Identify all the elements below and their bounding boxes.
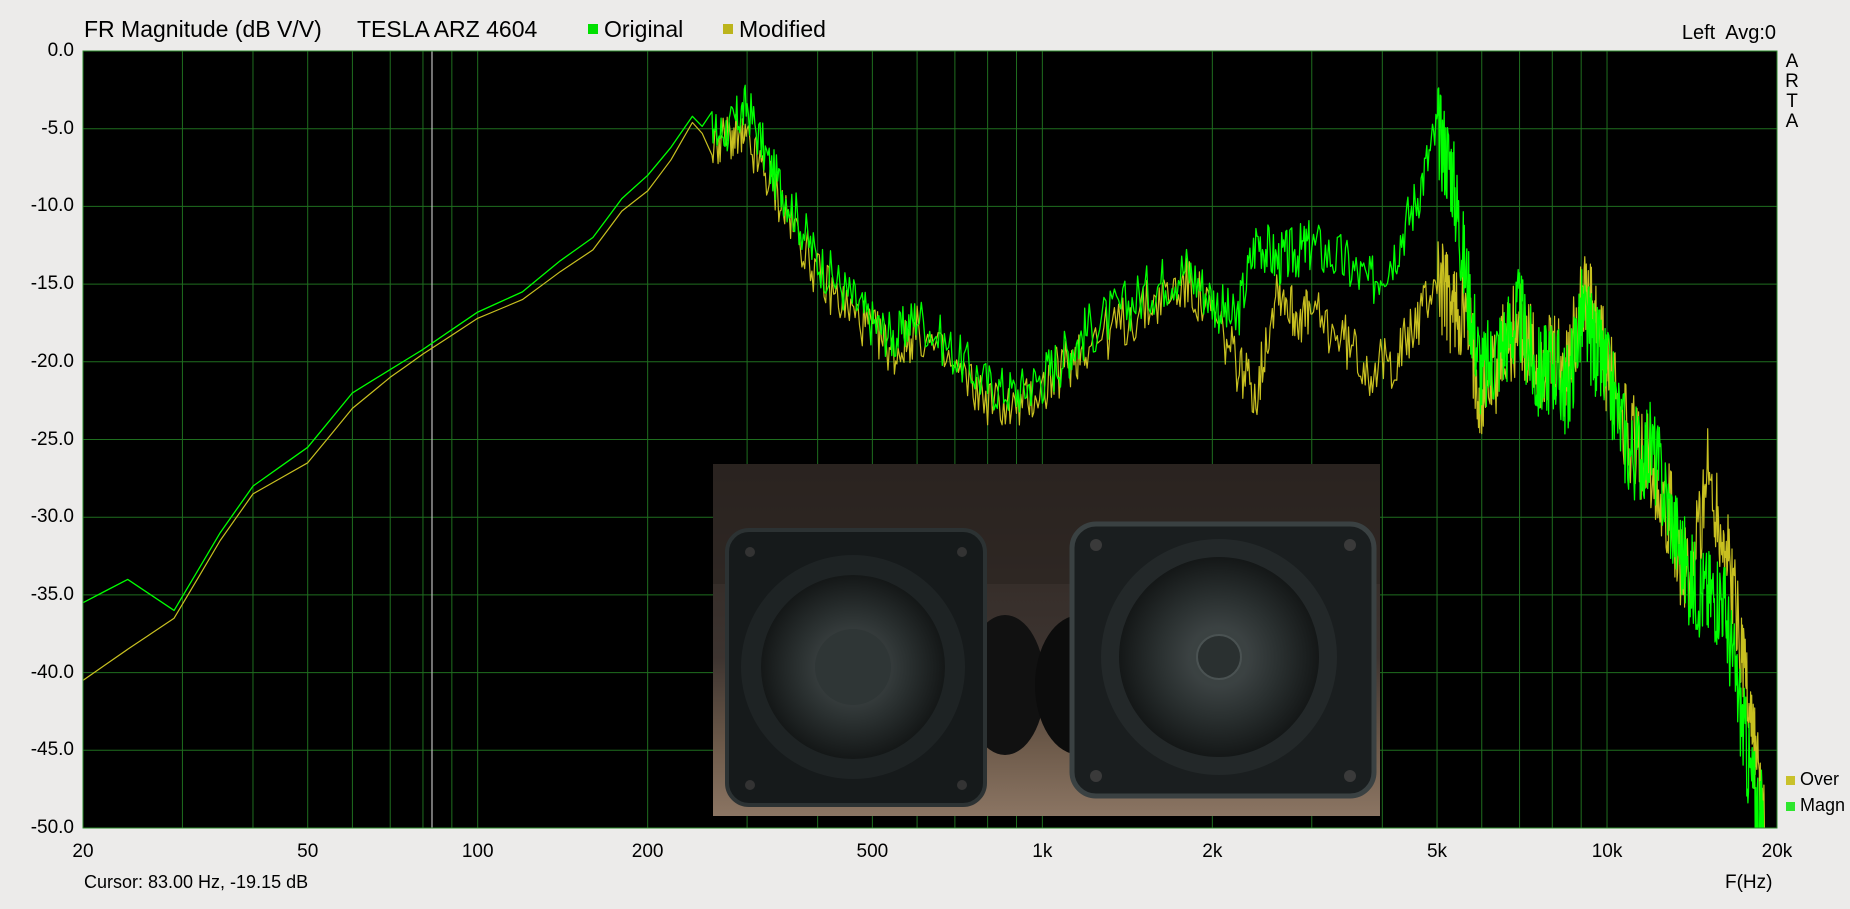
logo-letter: A [1785,51,1799,72]
chart-title: FR Magnitude (dB V/V) [84,16,322,42]
x-axis-label: F(Hz) [1725,872,1773,893]
frequency-response-chart [82,50,1778,829]
x-tick-label: 50 [297,841,319,862]
x-tick-label: 100 [461,841,494,862]
arta-logo: A R T A [1784,52,1800,132]
channel-average-info: Left Avg:0 [1681,22,1776,44]
y-tick-label: -15.0 [30,273,74,295]
chart-subtitle: TESLA ARZ 4604 [357,16,538,42]
trace-label-over: Over [1800,769,1840,789]
legend-swatch-original [588,23,598,34]
x-tick-label: 200 [631,841,664,862]
y-tick-label: -10.0 [30,195,74,217]
y-tick-label: -50.0 [30,817,74,838]
x-tick-label: 5k [1426,841,1448,862]
trace-swatch-magn [1786,802,1795,811]
y-tick-label: -45.0 [30,739,74,761]
logo-letter: T [1786,91,1798,112]
trace-legend-magn[interactable]: Magn [1786,795,1845,816]
y-tick-label: -40.0 [30,661,74,683]
cursor-readout: Cursor: 83.00 Hz, -19.15 dB [84,872,309,892]
trace-label-magn: Magn [1800,795,1846,815]
y-tick-label: -30.0 [30,506,74,528]
legend-label-original: Original [604,16,684,42]
logo-letter: R [1785,71,1799,92]
x-tick-label: 20k [1761,841,1793,862]
legend-swatch-modified [723,23,733,34]
x-tick-label: 20 [72,841,94,862]
y-tick-label: -20.0 [30,350,74,372]
legend-item-original[interactable]: Original [588,16,683,43]
x-tick-label: 2k [1202,841,1223,862]
logo-letter: A [1785,111,1799,132]
legend-label-modified: Modified [739,16,826,42]
trace-swatch-over [1786,776,1795,785]
x-tick-label: 500 [856,841,889,862]
x-tick-label: 1k [1032,841,1053,862]
legend-item-modified[interactable]: Modified [723,16,826,43]
y-tick-label: 0.0 [47,40,74,61]
y-tick-label: -25.0 [30,428,74,450]
y-tick-label: -5.0 [41,117,74,139]
x-tick-label: 10k [1591,841,1623,862]
speaker-photo [713,464,1380,816]
y-tick-label: -35.0 [30,583,74,605]
speaker-right-image [1035,521,1377,799]
trace-legend-over[interactable]: Over [1786,769,1839,790]
